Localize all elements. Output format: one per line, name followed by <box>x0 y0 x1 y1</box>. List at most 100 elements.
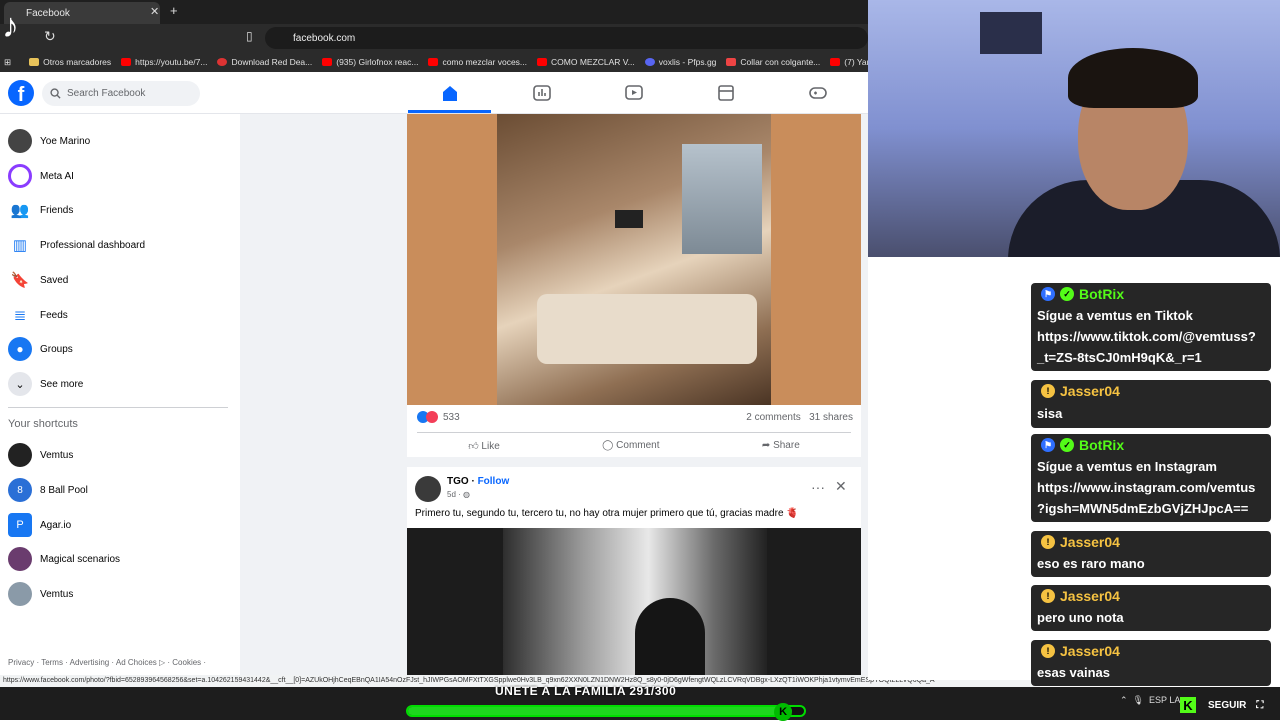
chat-text: Sígue a vemtus en Instagram https://www.i… <box>1037 459 1256 516</box>
bookmark-icon[interactable]: ▯ <box>246 29 253 43</box>
dashboard-icon: ▥ <box>8 233 32 257</box>
feeds-icon: ≣ <box>8 303 32 327</box>
bookmark-item[interactable]: (935) Girlofnox reac... <box>322 57 418 67</box>
search-icon <box>50 88 61 99</box>
post-actions: 👍︎ Like ◯ Comment ➦ Share <box>417 432 851 454</box>
video-icon[interactable] <box>624 84 644 102</box>
like-button[interactable]: 👍︎ Like <box>468 440 500 452</box>
person-silhouette <box>635 598 705 680</box>
subscriber-badge-icon: ! <box>1041 589 1055 603</box>
address-bar: ↻ ▯ facebook.com <box>0 24 868 52</box>
kick-logo-icon: K <box>1180 697 1196 713</box>
chat-text: esas vainas <box>1037 665 1111 680</box>
subscriber-badge-icon: ! <box>1041 384 1055 398</box>
sidebar-item-meta-ai[interactable]: Meta AI <box>8 162 74 190</box>
sidebar-item-profile[interactable]: Yoe Marino <box>8 127 90 155</box>
sidebar-item-see-more[interactable]: ⌄ See more <box>8 370 83 398</box>
subscriber-badge-icon: ! <box>1041 644 1055 658</box>
chat-text: Sígue a vemtus en Tiktok https://www.tikt… <box>1037 308 1256 365</box>
sidebar-item-professional-dashboard[interactable]: ▥ Professional dashboard <box>8 231 145 259</box>
chat-text: eso es raro mano <box>1037 556 1145 571</box>
footer-links[interactable]: Privacy · Terms · Advertising · Ad Choic… <box>8 658 206 667</box>
meta-ai-icon <box>8 164 32 188</box>
post-author[interactable]: TGO · Follow <box>447 476 509 487</box>
chat-username[interactable]: ⚑ ✓ BotRix <box>1041 284 1124 304</box>
bookmark-item[interactable]: COMO MEZCLAR V... <box>537 57 635 67</box>
sidebar-item-friends[interactable]: 👥 Friends <box>8 196 73 224</box>
facebook-header: f Search Facebook <box>0 72 868 114</box>
follow-link[interactable]: Follow <box>478 476 510 487</box>
divider <box>8 407 228 408</box>
reactions-summary[interactable]: 533 <box>417 411 460 423</box>
gaming-icon[interactable] <box>808 84 828 102</box>
feed-post: 533 2 comments 31 shares 👍︎ Like ◯ Comme… <box>407 114 861 457</box>
reload-icon[interactable]: ↻ <box>44 28 56 45</box>
tiktok-logo-icon: ♪ <box>2 7 19 45</box>
shortcuts-heading: Your shortcuts <box>8 418 78 430</box>
chat-username[interactable]: ! Jasser04 <box>1041 641 1120 661</box>
facebook-logo-icon[interactable]: f <box>8 80 34 106</box>
chat-text: pero uno nota <box>1037 610 1124 625</box>
search-input[interactable]: Search Facebook <box>42 81 200 106</box>
interior-photo <box>497 114 771 405</box>
chat-username[interactable]: ! Jasser04 <box>1041 381 1120 401</box>
comments-count[interactable]: 2 comments <box>746 412 800 423</box>
post-image[interactable] <box>407 528 861 680</box>
close-icon[interactable]: ✕ <box>835 478 847 495</box>
close-tab-icon[interactable]: ✕ <box>150 5 159 18</box>
chat-username[interactable]: ⚑ ✓ BotRix <box>1041 435 1124 455</box>
kick-logo-icon: K <box>774 703 793 721</box>
shortcut-item[interactable]: 88 Ball Pool <box>8 476 88 504</box>
friends-icon: 👥 <box>8 198 32 222</box>
verified-badge-icon: ✓ <box>1060 438 1074 452</box>
love-reaction-icon <box>426 411 438 423</box>
bookmark-item[interactable]: voxlis - Pfps.gg <box>644 57 716 67</box>
feed-post: TGO · Follow 5d · ◍ ··· ✕ Primero tu, se… <box>407 467 861 680</box>
shares-count[interactable]: 31 shares <box>809 412 853 423</box>
share-button[interactable]: ➦ Share <box>762 440 800 451</box>
system-tray: ⌃ 🎙 ESP LA <box>1120 695 1181 705</box>
chat-username[interactable]: ! Jasser04 <box>1041 586 1120 606</box>
more-options-icon[interactable]: ··· <box>811 479 825 495</box>
sidebar-item-saved[interactable]: 🔖 Saved <box>8 266 68 294</box>
verified-badge-icon: ✓ <box>1060 287 1074 301</box>
home-icon[interactable] <box>440 84 460 102</box>
dashboard-icon[interactable] <box>532 84 552 102</box>
fullscreen-icon[interactable]: ⛶ <box>1256 700 1263 711</box>
bookmark-item[interactable]: como mezclar voces... <box>428 57 527 67</box>
apps-icon[interactable]: ⊞ <box>4 57 11 68</box>
thumbs-up-icon: 👍︎ <box>468 440 482 452</box>
share-icon: ➦ <box>761 440 774 451</box>
sidebar-item-groups[interactable]: ● Groups <box>8 335 73 363</box>
new-tab-icon[interactable]: + <box>170 3 178 18</box>
marketplace-icon[interactable] <box>716 84 736 102</box>
bookmark-item[interactable]: Download Red Dea... <box>217 57 312 67</box>
bookmark-item[interactable]: Otros marcadores <box>29 57 111 67</box>
shortcut-avatar <box>8 443 32 467</box>
eight-ball-icon: 8 <box>8 478 32 502</box>
goal-text: UNETE A LA FAMILIA 291/300 <box>495 684 677 698</box>
post-date[interactable]: 5d · ◍ <box>447 490 470 499</box>
avatar[interactable] <box>415 476 441 502</box>
webcam-feed <box>868 0 1280 257</box>
bookmark-icon: 🔖 <box>8 268 32 292</box>
streamer-hair <box>1068 48 1198 108</box>
shortcut-item[interactable]: Vemtus <box>8 441 73 469</box>
sofa-shape <box>537 294 757 364</box>
goal-progress-fill <box>408 707 793 715</box>
shortcut-item[interactable]: Vemtus <box>8 580 73 608</box>
shortcut-item[interactable]: Magical scenarios <box>8 545 120 573</box>
post-counts: 2 comments 31 shares <box>746 412 853 423</box>
shortcut-item[interactable]: P Agar.io <box>8 511 71 539</box>
chat-username[interactable]: ! Jasser04 <box>1041 532 1120 552</box>
url-field[interactable]: facebook.com <box>265 27 868 49</box>
left-sidebar: Yoe Marino Meta AI 👥 Friends ▥ Professiona… <box>0 114 240 680</box>
sidebar-item-feeds[interactable]: ≣ Feeds <box>8 301 68 329</box>
follow-button[interactable]: K SEGUIR ⛶ <box>1180 697 1263 713</box>
comment-icon: ◯ <box>602 440 617 451</box>
comment-button[interactable]: ◯ Comment <box>602 440 659 451</box>
bookmark-item[interactable]: Collar con colgante... <box>726 57 820 67</box>
post-image[interactable] <box>407 114 861 405</box>
bookmark-item[interactable]: https://youtu.be/7... <box>121 57 207 67</box>
groups-icon: ● <box>8 337 32 361</box>
